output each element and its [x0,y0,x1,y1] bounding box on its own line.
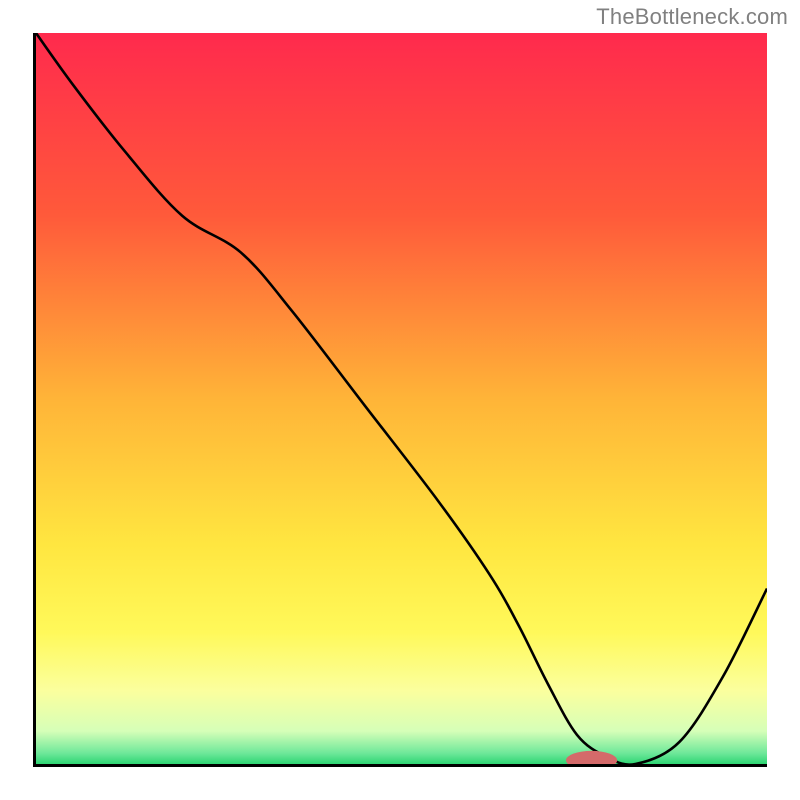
optimal-marker [566,751,617,764]
chart-container: TheBottleneck.com [0,0,800,800]
attribution-label: TheBottleneck.com [596,4,788,30]
optimal-marker-layer [36,33,767,764]
plot-area [36,33,767,764]
